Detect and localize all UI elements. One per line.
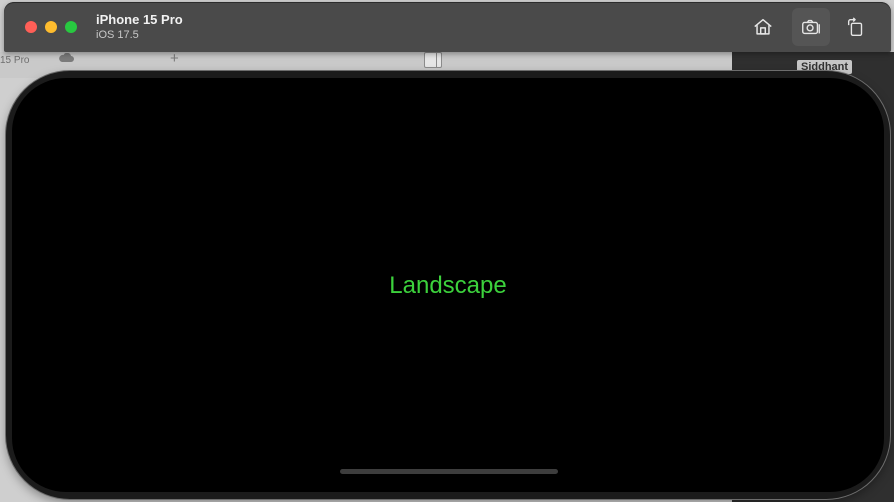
rotate-button[interactable] (837, 8, 875, 46)
minimize-button[interactable] (45, 21, 57, 33)
device-screen[interactable]: Landscape (12, 78, 884, 492)
os-version: iOS 17.5 (96, 29, 139, 41)
screenshot-button[interactable] (792, 8, 830, 46)
plus-icon: + (170, 50, 179, 67)
background-device-label: 15 Pro (0, 55, 30, 66)
close-button[interactable] (25, 21, 37, 33)
zoom-button[interactable] (65, 21, 77, 33)
home-button[interactable] (744, 8, 782, 46)
device-name: iPhone 15 Pro (96, 12, 183, 27)
orientation-label: Landscape (389, 272, 507, 299)
home-icon (754, 18, 772, 35)
sidebar-toggle-icon (424, 52, 442, 68)
cloud-icon (59, 53, 74, 62)
rotate-icon (847, 17, 863, 36)
simulator-toolbar: iPhone 15 Pro iOS 17.5 (4, 2, 891, 52)
home-indicator[interactable] (340, 469, 558, 474)
camera-icon (802, 19, 820, 35)
